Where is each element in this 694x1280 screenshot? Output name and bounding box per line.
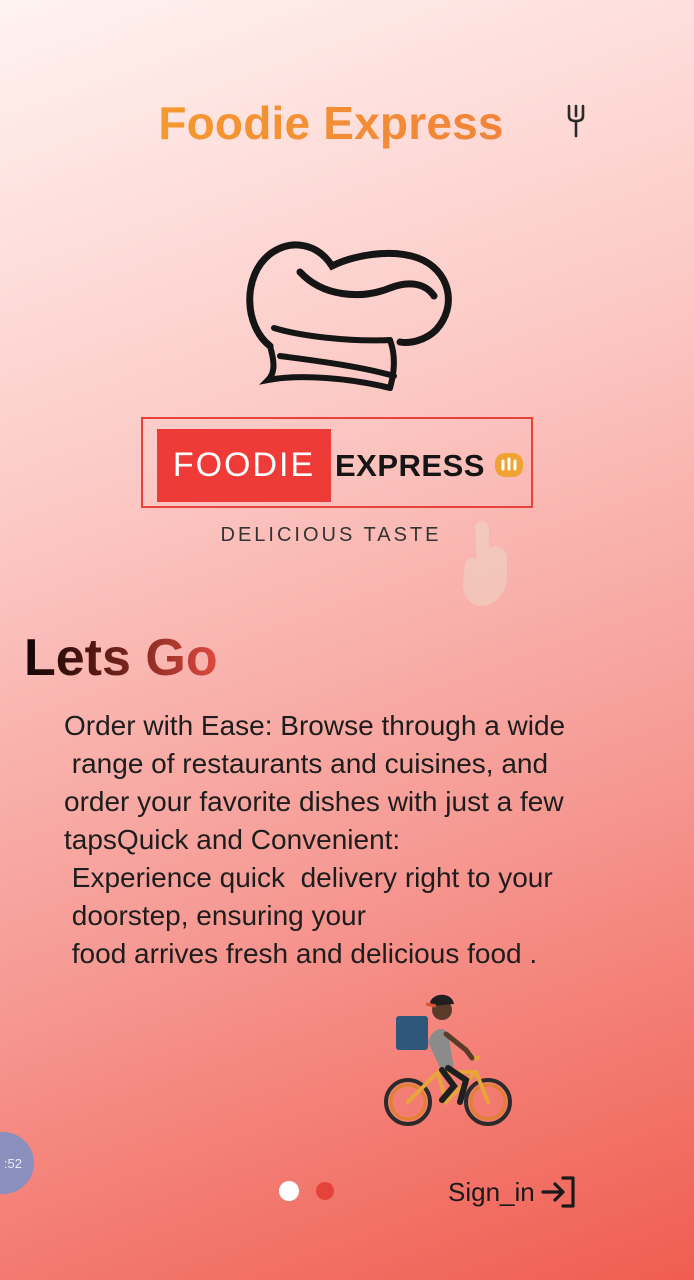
hand-gesture-icon	[463, 521, 507, 606]
login-arrow-icon	[541, 1176, 575, 1208]
page-indicator-dot-2[interactable]	[316, 1182, 334, 1200]
floating-bubble-text: :52	[3, 1155, 22, 1171]
floating-bubble[interactable]: :52	[0, 1132, 34, 1194]
chef-mark-icon	[495, 453, 523, 477]
chef-hat-icon	[246, 241, 452, 391]
description-text: Order with Ease: Browse through a wide r…	[64, 710, 566, 969]
brand-logo-text-primary: FOODIE	[157, 429, 331, 502]
brand-tagline: DELICIOUS TASTE	[220, 524, 442, 546]
brand-logo-text-secondary: EXPRESS	[335, 447, 485, 483]
brand-logo: FOODIE EXPRESS	[141, 417, 533, 508]
delivery-bike-illustration	[384, 994, 512, 1126]
sign-in-button[interactable]: Sign_in	[448, 1170, 579, 1214]
page-heading: Lets Go	[24, 629, 218, 687]
fork-icon[interactable]	[566, 104, 586, 138]
page-indicator-dot-1[interactable]	[279, 1181, 299, 1201]
sign-in-label: Sign_in	[448, 1176, 535, 1207]
app-title: Foodie Express	[0, 96, 662, 150]
